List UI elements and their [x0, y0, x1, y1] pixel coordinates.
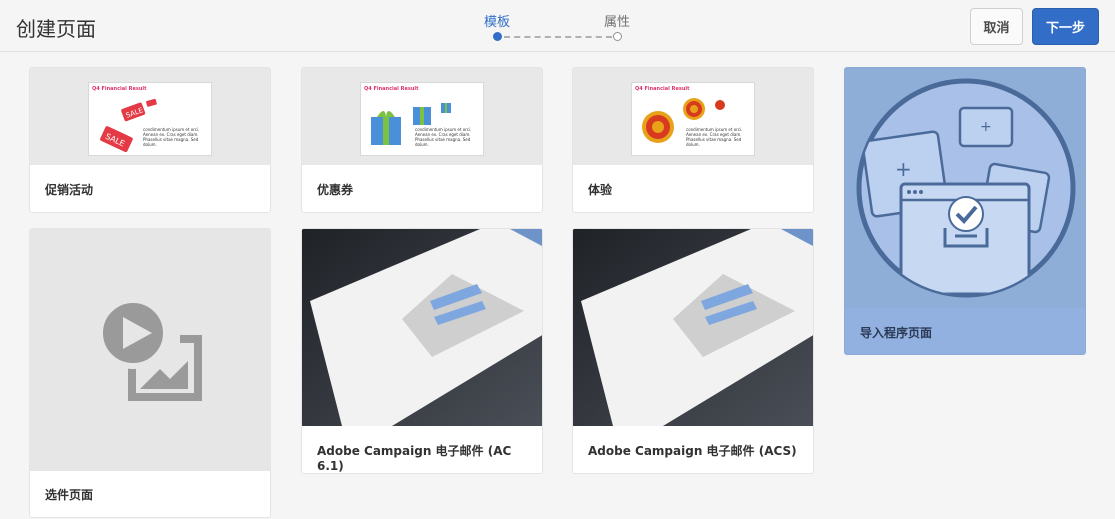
step-connector [504, 36, 612, 38]
card-label: 优惠券 [317, 183, 354, 197]
svg-text:+: + [980, 119, 992, 135]
step-properties-label[interactable]: 属性 [604, 11, 630, 30]
document-preview: Q4 Financial Result SALE SALE condimentu… [88, 82, 212, 156]
top-bar: 创建页面 模板 属性 取消 下一步 [0, 0, 1115, 52]
page-title: 创建页面 [16, 17, 96, 41]
doc-body: condimentum ipsum et orci. Aenean ex. Cr… [415, 127, 472, 147]
next-button[interactable]: 下一步 [1032, 8, 1099, 45]
svg-text:+: + [895, 157, 912, 181]
step-template-label[interactable]: 模板 [484, 11, 510, 30]
template-card-promotion[interactable]: Q4 Financial Result SALE SALE condimentu… [29, 67, 271, 213]
card-label: 体验 [588, 183, 613, 197]
doc-title: Q4 Financial Result [364, 86, 419, 92]
document-preview: Q4 Financial Result condimentum ipsum et… [631, 82, 755, 156]
wizard-steps: 模板 属性 [478, 8, 638, 44]
document-preview: Q4 Financial Result condimentum ipsum et… [360, 82, 484, 156]
step-properties-dot [613, 32, 622, 41]
template-thumbnail: Q4 Financial Result SALE SALE condimentu… [30, 68, 270, 165]
template-thumbnail [30, 229, 270, 471]
cancel-button[interactable]: 取消 [970, 8, 1023, 45]
card-label: 导入程序页面 [860, 326, 933, 340]
card-label: 选件页面 [45, 488, 94, 502]
template-card-email-ac61[interactable]: Adobe Campaign 电子邮件 (AC 6.1) [301, 228, 543, 474]
template-thumbnail: Q4 Financial Result condimentum ipsum et… [573, 68, 813, 165]
template-thumbnail: + + [845, 68, 1085, 308]
template-thumbnail: Q4 Financial Result condimentum ipsum et… [302, 68, 542, 165]
email-envelope-icon [302, 229, 542, 426]
doc-title: Q4 Financial Result [92, 86, 147, 92]
card-label: Adobe Campaign 电子邮件 (ACS) [588, 444, 797, 458]
template-thumbnail [573, 229, 813, 426]
email-envelope-icon [573, 229, 813, 426]
import-pages-icon: + + [856, 78, 1076, 298]
doc-title: Q4 Financial Result [635, 86, 690, 92]
template-card-email-acs[interactable]: Adobe Campaign 电子邮件 (ACS) [572, 228, 814, 474]
template-thumbnail [302, 229, 542, 426]
play-image-icon [97, 297, 202, 401]
template-card-experience[interactable]: Q4 Financial Result condimentum ipsum et… [572, 67, 814, 213]
template-card-importer-page[interactable]: + + 导入程序页面 [844, 67, 1086, 355]
card-label: 促销活动 [45, 183, 94, 197]
template-card-offer-page[interactable]: 选件页面 [29, 228, 271, 518]
doc-body: condimentum ipsum et orci. Aenean ex. Cr… [686, 127, 743, 147]
template-card-coupon[interactable]: Q4 Financial Result condimentum ipsum et… [301, 67, 543, 213]
card-label: Adobe Campaign 电子邮件 (AC 6.1) [317, 444, 512, 473]
doc-body: condimentum ipsum et orci. Aenean ex. Cr… [143, 127, 200, 147]
step-template-dot [493, 32, 502, 41]
